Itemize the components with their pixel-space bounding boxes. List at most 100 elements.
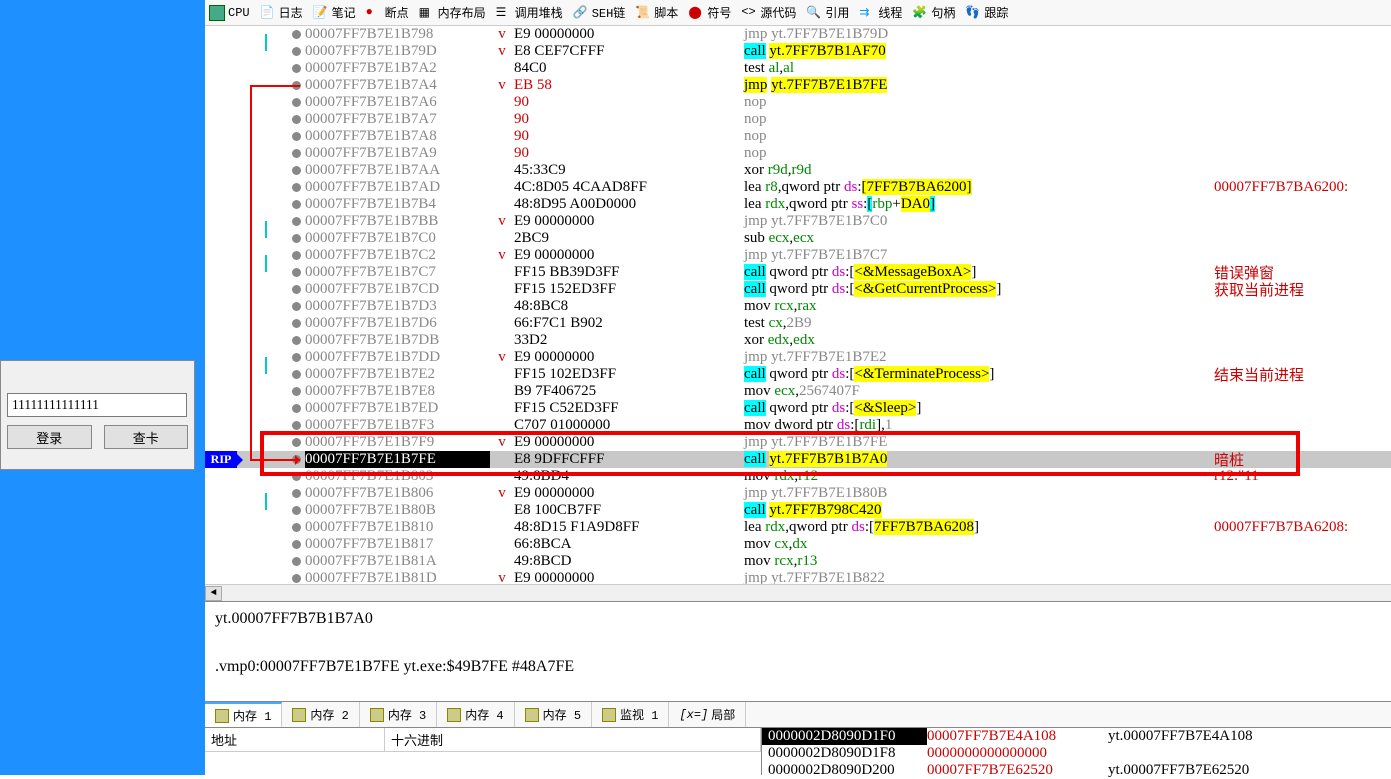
breakpoint-dot[interactable]	[292, 574, 301, 583]
breakpoint-dot[interactable]	[292, 302, 301, 311]
tab-references[interactable]: 🔍引用	[806, 4, 849, 21]
breakpoint-dot[interactable]	[292, 149, 301, 158]
breakpoint-dot[interactable]	[292, 336, 301, 345]
disasm-row[interactable]: 00007FF7B7E1B7A284C0test al,al	[205, 60, 1391, 77]
breakpoint-dot[interactable]	[292, 30, 301, 39]
tab-source[interactable]: <>源代码	[741, 4, 796, 21]
breakpoint-dot[interactable]	[292, 489, 301, 498]
disasm-row[interactable]: 00007FF7B7E1B80BE8 100CB7FFcall yt.7FF7B…	[205, 502, 1391, 519]
disasm-row[interactable]: 00007FF7B7E1B7DB33D2xor edx,edx	[205, 332, 1391, 349]
disasm-row[interactable]: 00007FF7B7E1B7C02BC9sub ecx,ecx	[205, 230, 1391, 247]
memory-tab[interactable]: 内存 5	[515, 702, 592, 727]
disasm-row[interactable]: 00007FF7B7E1B81048:8D15 F1A9D8FFlea rdx,…	[205, 519, 1391, 536]
breakpoint-dot[interactable]	[292, 404, 301, 413]
breakpoint-dot[interactable]	[292, 166, 301, 175]
breakpoint-dot[interactable]	[292, 98, 301, 107]
disasm-row[interactable]: 00007FF7B7E1B7D348:8BC8mov rcx,rax	[205, 298, 1391, 315]
tab-script[interactable]: 📜脚本	[635, 4, 678, 21]
breakpoint-dot[interactable]	[292, 421, 301, 430]
breakpoint-dot[interactable]	[292, 115, 301, 124]
login-input[interactable]	[7, 393, 187, 417]
disasm-row[interactable]: 00007FF7B7E1B7CDFF15 152ED3FFcall qword …	[205, 281, 1391, 298]
handle-icon: 🧩	[912, 5, 928, 21]
breakpoint-dot[interactable]	[292, 319, 301, 328]
breakpoint-dot[interactable]	[292, 472, 301, 481]
login-button[interactable]: 登录	[7, 425, 92, 449]
breakpoint-dot[interactable]	[292, 183, 301, 192]
disasm-row[interactable]: 00007FF7B7E1B7EDFF15 C52ED3FFcall qword …	[205, 400, 1391, 417]
breakpoint-dot[interactable]	[292, 387, 301, 396]
disasm-row[interactable]: 00007FF7B7E1B7A790nop	[205, 111, 1391, 128]
disasm-row[interactable]: 00007FF7B7E1B7F3C707 01000000mov dword p…	[205, 417, 1391, 434]
memory-tab[interactable]: [x=]局部	[669, 702, 746, 727]
disasm-row[interactable]: 00007FF7B7E1B7E8B9 7F406725mov ecx,25674…	[205, 383, 1391, 400]
stack-view[interactable]: 0000002D8090D1F000007FF7B7E4A108yt.00007…	[761, 728, 1391, 775]
memory-tab[interactable]: 内存 1	[205, 702, 282, 727]
bp-icon: ●	[366, 5, 382, 21]
disasm-row[interactable]: 00007FF7B7E1B7A890nop	[205, 128, 1391, 145]
breakpoint-dot[interactable]	[292, 132, 301, 141]
breakpoint-dot[interactable]	[292, 234, 301, 243]
disasm-row[interactable]: 00007FF7B7E1B7A690nop	[205, 94, 1391, 111]
disasm-row[interactable]: 00007FF7B7E1B7A990nop	[205, 145, 1391, 162]
memory-tab[interactable]: 监视 1	[592, 702, 669, 727]
tab-log[interactable]: 📄日志	[260, 4, 303, 21]
hscrollbar[interactable]: ◄	[205, 584, 1391, 601]
breakpoint-dot[interactable]	[292, 268, 301, 277]
disasm-row[interactable]: 00007FF7B7E1B7AD4C:8D05 4CAAD8FFlea r8,q…	[205, 179, 1391, 196]
disasm-row[interactable]: 00007FF7B7E1B79DvE8 CEF7CFFFcall yt.7FF7…	[205, 43, 1391, 60]
memory-dump[interactable]: 地址 十六进制	[205, 728, 761, 775]
tab-label: 内存布局	[438, 4, 486, 21]
tab-cpu[interactable]: CPU	[209, 5, 250, 21]
disasm-row[interactable]: RIP00007FF7B7E1B7FEE8 9DFFCFFFcall yt.7F…	[205, 451, 1391, 468]
memory-tab[interactable]: 内存 4	[437, 702, 514, 727]
tab-trace[interactable]: 👣跟踪	[965, 4, 1008, 21]
tab-seh[interactable]: 🔗SEH链	[573, 4, 626, 21]
breakpoint-dot[interactable]	[292, 47, 301, 56]
disasm-row[interactable]: 00007FF7B7E1B80349:8BD4mov rdx,r12r12:"1…	[205, 468, 1391, 485]
tab-callstack[interactable]: ☰调用堆栈	[496, 4, 563, 21]
tab-handles[interactable]: 🧩句柄	[912, 4, 955, 21]
breakpoint-dot[interactable]	[292, 200, 301, 209]
tab-label: 内存 3	[388, 706, 426, 723]
disasm-row[interactable]: 00007FF7B7E1B7B448:8D95 A00D0000lea rdx,…	[205, 196, 1391, 213]
stack-row[interactable]: 0000002D8090D1F80000000000000000	[762, 745, 1391, 762]
breakpoint-dot[interactable]	[292, 285, 301, 294]
disasm-row[interactable]: 00007FF7B7E1B7E2FF15 102ED3FFcall qword …	[205, 366, 1391, 383]
breakpoint-dot[interactable]	[292, 506, 301, 515]
scroll-left-button[interactable]: ◄	[205, 586, 222, 601]
memory-tab[interactable]: 内存 2	[282, 702, 359, 727]
disasm-row[interactable]: 00007FF7B7E1B81A49:8BCDmov rcx,r13	[205, 553, 1391, 570]
breakpoint-dot[interactable]	[292, 251, 301, 260]
tab-breakpoints[interactable]: ●断点	[366, 4, 409, 21]
bytes-cell: E9 00000000	[514, 247, 744, 264]
breakpoint-dot[interactable]	[292, 438, 301, 447]
breakpoint-dot[interactable]	[292, 217, 301, 226]
breakpoint-dot[interactable]	[292, 557, 301, 566]
stack-row[interactable]: 0000002D8090D20000007FF7B7E62520yt.00007…	[762, 762, 1391, 779]
tab-memmap[interactable]: ▦内存布局	[419, 4, 486, 21]
disasm-row[interactable]: 00007FF7B7E1B7BBvE9 00000000jmp yt.7FF7B…	[205, 213, 1391, 230]
stack-row[interactable]: 0000002D8090D1F000007FF7B7E4A108yt.00007…	[762, 728, 1391, 745]
bytes-cell: E8 9DFFCFFF	[514, 451, 744, 468]
breakpoint-dot[interactable]	[292, 523, 301, 532]
disasm-row[interactable]: 00007FF7B7E1B7D666:F7C1 B902test cx,2B9	[205, 315, 1391, 332]
breakpoint-dot[interactable]	[292, 540, 301, 549]
disasm-row[interactable]: 00007FF7B7E1B7A4vEB 58jmp yt.7FF7B7E1B7F…	[205, 77, 1391, 94]
breakpoint-dot[interactable]	[292, 353, 301, 362]
check-card-button[interactable]: 查卡	[104, 425, 189, 449]
disasm-row[interactable]: 00007FF7B7E1B798vE9 00000000jmp yt.7FF7B…	[205, 26, 1391, 43]
tab-symbols[interactable]: ⬤符号	[688, 4, 731, 21]
disasm-row[interactable]: 00007FF7B7E1B81766:8BCAmov cx,dx	[205, 536, 1391, 553]
disasm-row[interactable]: 00007FF7B7E1B7AA45:33C9xor r9d,r9d	[205, 162, 1391, 179]
breakpoint-dot[interactable]	[292, 370, 301, 379]
breakpoint-dot[interactable]	[292, 64, 301, 73]
tab-threads[interactable]: ⇉线程	[859, 4, 902, 21]
tab-notes[interactable]: 📝笔记	[313, 4, 356, 21]
memory-tab[interactable]: 内存 3	[360, 702, 437, 727]
address-cell: 00007FF7B7E1B7F3	[305, 417, 490, 434]
disassembly-view[interactable]: 00007FF7B7E1B798vE9 00000000jmp yt.7FF7B…	[205, 26, 1391, 584]
info-line-2: .vmp0:00007FF7B7E1B7FE yt.exe:$49B7FE #4…	[215, 658, 1381, 676]
disasm-row[interactable]: 00007FF7B7E1B81DvE9 00000000jmp yt.7FF7B…	[205, 570, 1391, 584]
disasm-row[interactable]: 00007FF7B7E1B806vE9 00000000jmp yt.7FF7B…	[205, 485, 1391, 502]
